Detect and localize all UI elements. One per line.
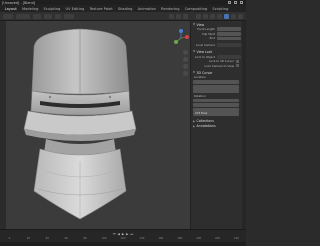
collapse-arrow-icon: ▼	[193, 23, 195, 26]
snap-icon[interactable]	[176, 13, 181, 19]
cursor-section: ▼ 3D Cursor Location Rotation XYZ Euler	[191, 69, 246, 117]
tab-texture-paint[interactable]: Texture Paint	[87, 7, 115, 11]
expand-arrow-icon: ▶	[193, 124, 195, 128]
play-icon[interactable]: ▶	[122, 232, 124, 236]
lock-camera-checkbox[interactable]	[236, 64, 239, 68]
viewport-nav-buttons	[183, 50, 188, 76]
focal-length-field[interactable]	[217, 27, 241, 32]
viewport-header	[0, 12, 246, 21]
perspective-toggle-icon[interactable]	[183, 71, 188, 76]
tab-compositing[interactable]: Compositing	[182, 7, 210, 11]
y-axis-icon[interactable]	[174, 40, 178, 44]
pan-icon[interactable]	[183, 57, 188, 62]
header-right-icons	[169, 13, 243, 19]
location-z-field[interactable]	[193, 89, 239, 94]
tab-sculpting[interactable]: Sculpting	[41, 7, 63, 11]
rendered-shading-icon[interactable]	[238, 13, 243, 19]
tab-animation[interactable]: Animation	[135, 7, 159, 11]
rotation-y-field[interactable]	[193, 103, 239, 107]
lock-to-object-row: Lock to Object	[193, 54, 241, 59]
lock-cursor-checkbox[interactable]	[236, 59, 239, 63]
collections-section: ▶ Collections ▶ Annotations	[191, 118, 246, 130]
editor-type-button[interactable]	[3, 13, 13, 19]
maximize-icon[interactable]	[234, 1, 237, 4]
proportional-edit-icon[interactable]	[183, 13, 188, 19]
collapse-arrow-icon: ▼	[193, 50, 195, 54]
rotation-y-row	[193, 103, 241, 108]
tab-layout[interactable]: Layout	[2, 7, 19, 11]
workspace-tabs: Layout Modeling Sculpting UV Editing Tex…	[0, 5, 246, 12]
rotation-z-field[interactable]	[193, 107, 239, 112]
x-axis-icon[interactable]	[185, 35, 189, 39]
view-section: ▼ View Focal Length Clip Start End Local…	[191, 21, 246, 69]
collapse-arrow-icon: ▼	[193, 71, 195, 75]
zoom-icon[interactable]	[183, 50, 188, 55]
tab-modeling[interactable]: Modeling	[19, 7, 41, 11]
clip-start-row: Clip Start	[193, 32, 241, 37]
status-bar	[0, 242, 246, 246]
sidebar-panel: ▼ View Focal Length Clip Start End Local…	[190, 21, 246, 229]
solid-shading-icon[interactable]	[224, 13, 229, 19]
view-section-title: View	[196, 22, 205, 27]
tab-rendering[interactable]: Rendering	[159, 7, 183, 11]
tab-shading[interactable]: Shading	[115, 7, 135, 11]
material-shading-icon[interactable]	[231, 13, 236, 19]
helmet-model	[23, 28, 137, 220]
close-icon[interactable]	[240, 1, 243, 4]
collections-title: Collections	[196, 119, 214, 123]
local-camera-field[interactable]	[217, 43, 241, 47]
annotations-header[interactable]: ▶ Annotations	[193, 124, 241, 129]
clip-start-field[interactable]	[217, 31, 241, 36]
select-menu[interactable]	[44, 13, 52, 19]
transform-orientation-icon[interactable]	[169, 13, 174, 19]
tab-scripting[interactable]: Scripting	[210, 7, 231, 11]
xray-icon[interactable]	[217, 13, 222, 19]
view-menu[interactable]	[33, 13, 41, 19]
navigation-gizmo[interactable]	[172, 29, 190, 47]
object-menu[interactable]	[64, 13, 74, 19]
location-y-field[interactable]	[193, 84, 239, 89]
location-x-field[interactable]	[193, 80, 239, 84]
add-menu[interactable]	[55, 13, 61, 19]
minimize-icon[interactable]	[228, 1, 231, 4]
lock-object-field[interactable]	[217, 54, 241, 59]
cursor-section-title: 3D Cursor	[196, 70, 213, 75]
prev-keyframe-icon[interactable]: ◀	[118, 232, 120, 236]
focal-length-row: Focal Length	[193, 27, 241, 32]
tab-uv-editing[interactable]: UV Editing	[63, 7, 87, 11]
jump-start-icon[interactable]: ⏮	[113, 232, 116, 236]
location-z-row	[193, 89, 241, 94]
window-title: [Unsaved] - [Blend]	[2, 0, 36, 5]
expand-arrow-icon: ▶	[193, 119, 195, 123]
rotation-x-field[interactable]	[193, 98, 239, 103]
view-lock-title: View Lock	[196, 49, 213, 54]
camera-view-icon[interactable]	[183, 64, 188, 69]
location-y-row	[193, 84, 241, 89]
z-axis-icon[interactable]	[179, 29, 183, 33]
3d-viewport[interactable]	[6, 21, 190, 229]
visibility-icon[interactable]	[196, 13, 201, 19]
annotations-title: Annotations	[196, 124, 216, 128]
next-keyframe-icon[interactable]: ▶	[126, 232, 128, 236]
playback-controls: ⏮ ◀ ▶ ▶ ⏭	[0, 231, 246, 236]
lock-camera-row: Lock Camera to View	[193, 64, 241, 69]
sidebar-tabs[interactable]	[242, 21, 246, 229]
gizmo-toggle-icon[interactable]	[203, 13, 208, 19]
timeline[interactable]: ⏮ ◀ ▶ ▶ ⏭ 0 20 40 60 80 100 120 140 160 …	[0, 229, 246, 246]
clip-end-field[interactable]	[217, 36, 241, 41]
mode-selector[interactable]	[16, 13, 30, 19]
rotation-mode-row: XYZ Euler	[193, 112, 241, 117]
rotation-mode-dropdown[interactable]: XYZ Euler	[193, 112, 239, 117]
location-x-row	[193, 80, 241, 85]
jump-end-icon[interactable]: ⏭	[130, 232, 133, 236]
overlay-icon[interactable]	[210, 13, 215, 19]
local-camera-row: Local Camera	[193, 43, 241, 48]
window-controls	[228, 1, 246, 4]
